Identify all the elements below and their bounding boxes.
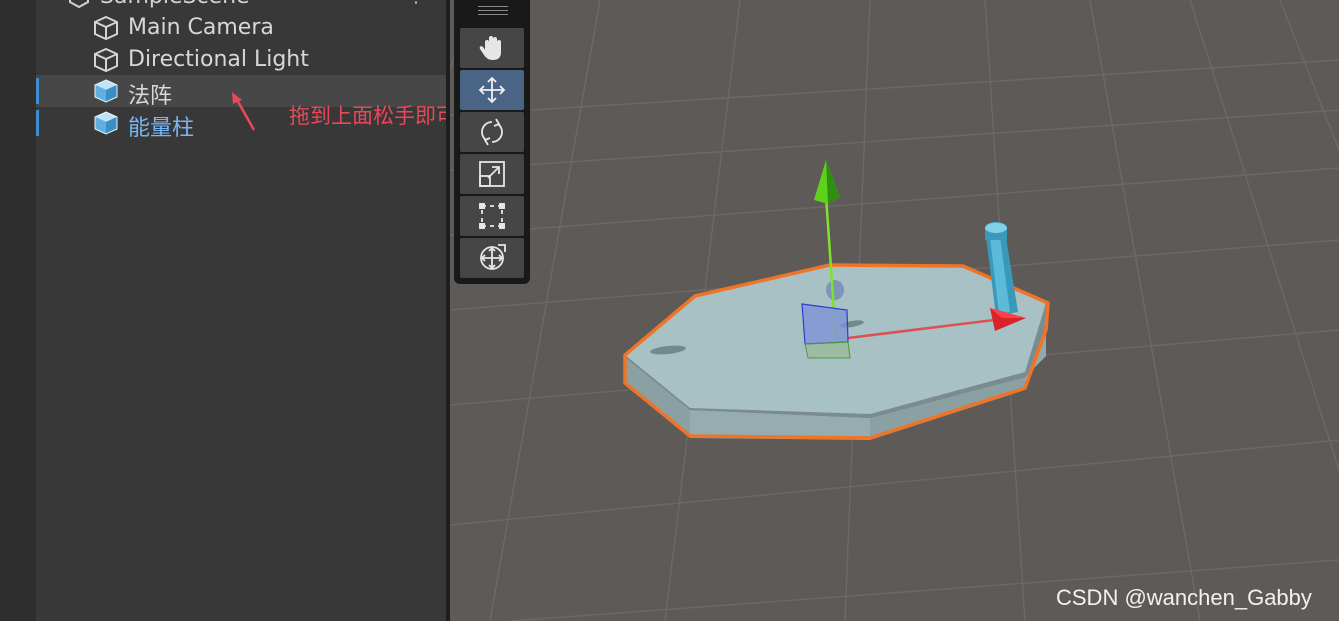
hand-tool-button[interactable] [460, 28, 524, 68]
scene-row[interactable]: SampleScene ⋮ [36, 0, 447, 9]
hierarchy-item-directional-light[interactable]: Directional Light [36, 44, 447, 76]
transform-tool-button[interactable] [460, 238, 524, 278]
scene-view[interactable] [450, 0, 1339, 621]
move-arrows-icon [478, 76, 506, 104]
gameobject-cube-icon [94, 47, 118, 73]
scale-icon [479, 161, 505, 187]
hierarchy-item-main-camera[interactable]: Main Camera [36, 12, 447, 44]
hierarchy-item-label: 法阵 [128, 84, 173, 109]
hierarchy-panel: SampleScene ⋮ Main Camera Directional Li… [0, 0, 447, 621]
rotate-icon [481, 118, 503, 146]
prefab-cube-icon [94, 111, 118, 135]
rect-tool-button[interactable] [460, 196, 524, 236]
prefab-cube-icon [94, 79, 118, 103]
scale-tool-button[interactable] [460, 154, 524, 194]
annotation-arrow-icon [232, 92, 256, 131]
gameobject-cube-icon [94, 15, 118, 41]
rect-transform-icon [479, 203, 505, 229]
scene-viewport[interactable] [450, 0, 1339, 621]
rotate-tool-button[interactable] [460, 112, 524, 152]
hierarchy-item-label: Main Camera [128, 15, 274, 40]
unity-scene-icon [69, 0, 89, 8]
move-tool-button[interactable] [460, 70, 524, 110]
selection-indicator [36, 110, 39, 136]
transform-icon [480, 244, 506, 270]
scene-name: SampleScene [100, 0, 250, 9]
overlay-grip-icon[interactable] [478, 6, 508, 15]
scene-menu-icon[interactable]: ⋮ [407, 0, 425, 7]
gizmo-plane-handle [801, 303, 849, 345]
watermark: CSDN @wanchen_Gabby [1056, 585, 1312, 610]
hand-icon [479, 36, 501, 60]
hierarchy-gutter [0, 0, 36, 621]
scene-tools-overlay[interactable] [454, 0, 530, 284]
hierarchy-item-label: Directional Light [128, 47, 309, 72]
hierarchy-item-label: 能量柱 [128, 116, 195, 141]
annotation-text: 拖到上面松手即可 [289, 104, 447, 128]
selection-indicator [36, 78, 39, 104]
